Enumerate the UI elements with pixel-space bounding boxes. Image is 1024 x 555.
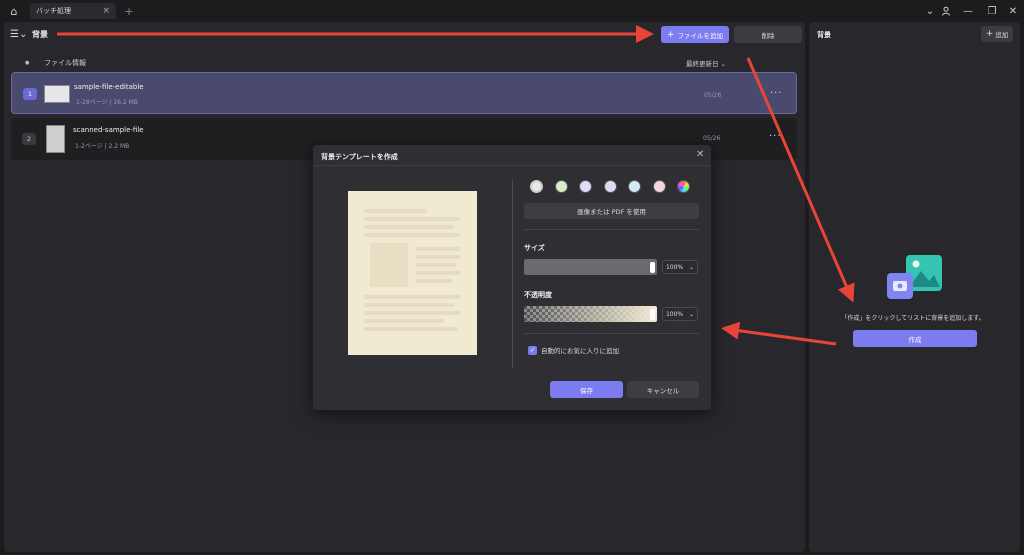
row-index: 2 [22, 133, 36, 145]
file-name: scanned-sample-file [73, 126, 144, 134]
color-swatch-pink[interactable] [653, 180, 666, 193]
size-value: 100% [665, 263, 684, 271]
cancel-button[interactable]: キャンセル [627, 381, 699, 398]
title-bar [0, 0, 1024, 22]
file-name: sample-file-editable [74, 83, 144, 91]
tab-label: バッチ処理 [36, 7, 71, 15]
background-illustration-icon [887, 255, 942, 299]
add-file-label: ファイルを追加 [677, 31, 724, 40]
chevron-down-icon: ⌄ [689, 310, 695, 318]
new-tab-icon[interactable]: + [122, 3, 136, 19]
auto-favorite-checkbox-row[interactable]: ✓ 自動的にお気に入りに追加 [528, 345, 619, 355]
sort-by-date-dropdown[interactable]: 最終更新日 ⌄ [686, 58, 726, 68]
preview-image-placeholder [370, 243, 408, 287]
add-file-button[interactable]: + ファイルを追加 [661, 26, 729, 43]
add-label: 追加 [995, 31, 1009, 39]
empty-state-hint: 「作成」をクリックしてリストに背景を追加します。 [841, 315, 985, 322]
size-slider[interactable] [524, 259, 657, 275]
file-date: 05/26 [704, 92, 722, 99]
size-slider-handle[interactable] [650, 262, 655, 273]
save-button[interactable]: 保存 [550, 381, 623, 398]
opacity-value: 100% [665, 310, 684, 318]
column-header-file-info: ファイル情報 [44, 59, 86, 67]
file-thumbnail [44, 85, 70, 103]
more-options-icon[interactable]: ··· [770, 88, 783, 99]
file-meta: 1-28ページ | 16.2 MB [76, 99, 138, 106]
auto-favorite-label: 自動的にお気に入りに追加 [541, 347, 619, 355]
minimize-icon[interactable]: — [958, 3, 978, 19]
color-swatch-gray[interactable] [530, 180, 543, 193]
file-meta: 1-2ページ | 2.2 MB [75, 143, 130, 150]
checkbox-checked-icon[interactable]: ✓ [528, 345, 537, 355]
more-options-icon[interactable]: ··· [769, 131, 782, 142]
opacity-percent-dropdown[interactable]: 100% ⌄ [662, 307, 698, 321]
panel-title: 背景 [32, 30, 48, 39]
user-glyph [942, 6, 950, 16]
color-swatch-green[interactable] [555, 180, 568, 193]
vertical-divider [512, 180, 513, 368]
select-all-dot[interactable]: ● [25, 60, 29, 66]
tab-close-icon[interactable]: × [102, 6, 110, 16]
color-swatch-cyan[interactable] [628, 180, 641, 193]
file-row[interactable]: 1 sample-file-editable 1-28ページ | 16.2 MB… [11, 72, 797, 114]
use-image-or-pdf-button[interactable]: 画像または PDF を使用 [524, 203, 699, 219]
size-label: サイズ [524, 244, 545, 252]
add-background-button[interactable]: + 追加 [981, 26, 1013, 42]
delete-button[interactable]: 削除 [734, 26, 802, 43]
section-divider [524, 229, 699, 230]
opacity-label: 不透明度 [524, 291, 552, 299]
dialog-divider [313, 165, 711, 166]
user-icon[interactable] [936, 3, 956, 19]
row-index: 1 [23, 88, 37, 100]
size-percent-dropdown[interactable]: 100% ⌄ [662, 260, 698, 274]
background-preview [348, 191, 477, 355]
chevron-down-icon: ⌄ [689, 263, 695, 271]
tab-batch-process[interactable]: バッチ処理 × [30, 3, 116, 19]
create-button[interactable]: 作成 [853, 330, 977, 347]
close-window-icon[interactable]: ✕ [1003, 3, 1023, 19]
color-swatch-lilac[interactable] [604, 180, 617, 193]
plus-icon: + [666, 29, 675, 40]
opacity-slider-handle[interactable] [650, 309, 655, 320]
close-icon[interactable]: ✕ [696, 149, 704, 160]
restore-icon[interactable]: ❐ [982, 3, 1002, 19]
dialog-title: 背景テンプレートを作成 [321, 153, 398, 161]
file-thumbnail [46, 125, 65, 153]
file-date: 05/26 [703, 135, 721, 142]
right-panel-title: 背景 [817, 31, 831, 39]
menu-icon[interactable]: ☰⌄ [10, 27, 28, 41]
color-picker-icon[interactable] [677, 180, 690, 193]
color-swatch-lavender[interactable] [579, 180, 592, 193]
opacity-slider[interactable] [524, 306, 657, 322]
home-icon[interactable]: ⌂ [6, 3, 22, 19]
section-divider [524, 333, 699, 334]
plus-icon: + [985, 29, 994, 39]
